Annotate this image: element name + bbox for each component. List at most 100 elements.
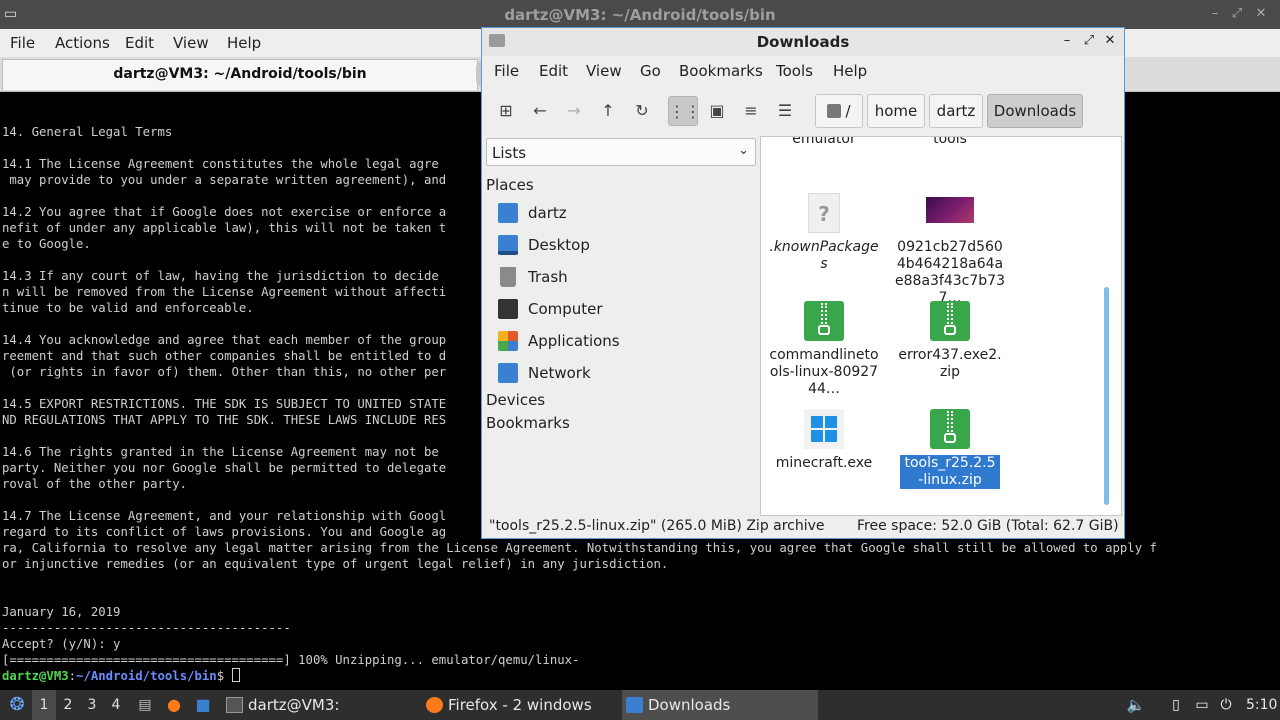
- terminal-line: ---------------------------------------: [2, 621, 291, 635]
- file-item-emulator[interactable]: emulator: [769, 136, 879, 148]
- task-firefox[interactable]: Firefox - 2 windows: [422, 690, 618, 720]
- desktop-icon: [498, 235, 518, 255]
- fm-menu-view[interactable]: View: [586, 62, 622, 80]
- computer-icon: [498, 299, 518, 319]
- breadcrumb-dartz[interactable]: dartz: [929, 94, 983, 128]
- file-manager-launcher-icon[interactable]: ■: [193, 690, 213, 720]
- terminal-line: Accept? (y/N): y: [2, 637, 121, 651]
- workspace-1[interactable]: 1: [32, 690, 56, 720]
- back-icon[interactable]: ←: [525, 96, 555, 126]
- file-item-commandlinetools[interactable]: commandlinetools-linux-8092744…: [769, 301, 879, 398]
- volume-icon[interactable]: 🔈: [1126, 690, 1146, 720]
- thumbnail-view-icon[interactable]: ▣: [702, 96, 732, 126]
- terminal-cursor: [231, 668, 240, 682]
- file-label: 0921cb27d5604b464218a64ae88a3f43c7b737…: [895, 239, 1005, 306]
- detailed-list-view-icon[interactable]: ☰: [770, 96, 800, 126]
- terminal-menu-edit[interactable]: Edit: [125, 34, 154, 52]
- workspace-3[interactable]: 3: [80, 690, 104, 720]
- terminal-menu-help[interactable]: Help: [227, 34, 261, 52]
- file-label: commandlinetools-linux-8092744…: [769, 347, 879, 397]
- drive-icon: [827, 104, 842, 118]
- terminal-menu-file[interactable]: File: [10, 34, 35, 52]
- task-label: Downloads: [648, 696, 731, 714]
- file-item-tools-zip-selected[interactable]: tools_r25.2.5-linux.zip: [895, 409, 1005, 489]
- file-item-minecraft[interactable]: minecraft.exe: [769, 409, 879, 472]
- minimize-icon[interactable]: –: [1060, 33, 1074, 48]
- start-menu-icon[interactable]: ❂: [6, 690, 28, 720]
- devices-header[interactable]: Devices: [486, 391, 545, 409]
- terminal-tab[interactable]: dartz@VM3: ~/Android/tools/bin: [2, 59, 478, 90]
- home-folder-icon: [498, 203, 518, 223]
- maximize-icon[interactable]: ⤢: [1230, 6, 1244, 21]
- file-icon-view[interactable]: emulator tools ? .knownPackages 0921cb27…: [760, 136, 1122, 516]
- side-pane-mode-value: Lists: [492, 144, 527, 162]
- up-icon[interactable]: ↑: [593, 96, 623, 126]
- breadcrumb-downloads[interactable]: Downloads: [987, 94, 1083, 128]
- status-free-space: Free space: 52.0 GiB (Total: 62.7 GiB): [857, 518, 1119, 534]
- taskbar-panel: ❂ 1 2 3 4 ▤ ● ■ dartz@VM3: ~/Androi… Fir…: [0, 690, 1280, 720]
- compact-view-icon[interactable]: ≡: [736, 96, 766, 126]
- windows-exe-icon: [804, 409, 844, 449]
- place-dartz[interactable]: dartz: [498, 202, 748, 226]
- side-pane: Lists ⌄ Places dartz Desktop Trash Compu…: [482, 134, 758, 516]
- place-network[interactable]: Network: [498, 362, 748, 386]
- fm-menu-file[interactable]: File: [494, 62, 519, 80]
- fm-menu-edit[interactable]: Edit: [539, 62, 568, 80]
- terminal-menu-actions[interactable]: Actions: [55, 34, 110, 52]
- file-item-knownpackages[interactable]: ? .knownPackages: [769, 193, 879, 273]
- task-downloads[interactable]: Downloads: [622, 690, 818, 720]
- place-applications[interactable]: Applications: [498, 330, 748, 354]
- prompt-separator: :: [68, 669, 77, 683]
- trash-icon: [500, 267, 516, 287]
- side-pane-mode-select[interactable]: Lists ⌄: [486, 138, 756, 166]
- file-label: tools: [933, 136, 967, 147]
- fm-menu-go[interactable]: Go: [640, 62, 661, 80]
- clock[interactable]: 5:10: [1246, 690, 1277, 720]
- maximize-icon[interactable]: ⤢: [1082, 33, 1096, 48]
- forward-icon[interactable]: →: [559, 96, 589, 126]
- applications-icon: [498, 331, 518, 351]
- fm-menu-tools[interactable]: Tools: [776, 62, 813, 80]
- minimize-icon[interactable]: –: [1208, 6, 1222, 21]
- task-terminal[interactable]: dartz@VM3: ~/Androi…: [222, 690, 418, 720]
- terminal-titlebar[interactable]: ▭ dartz@VM3: ~/Android/tools/bin – ⤢ ✕: [0, 0, 1280, 29]
- clipboard-icon[interactable]: ▯: [1166, 690, 1186, 720]
- place-desktop[interactable]: Desktop: [498, 234, 748, 258]
- terminal-menu-view[interactable]: View: [173, 34, 209, 52]
- file-item-error437[interactable]: error437.exe2.zip: [895, 301, 1005, 381]
- close-icon[interactable]: ✕: [1103, 33, 1117, 48]
- file-manager-titlebar[interactable]: Downloads – ⤢ ✕: [482, 28, 1124, 56]
- task-label: dartz@VM3: ~/Androi…: [248, 696, 340, 714]
- icon-view-icon[interactable]: ⋮⋮: [668, 96, 701, 126]
- place-computer[interactable]: Computer: [498, 298, 748, 322]
- network-folder-icon: [498, 363, 518, 383]
- show-desktop-icon[interactable]: ▤: [136, 690, 154, 720]
- bookmarks-header[interactable]: Bookmarks: [486, 414, 570, 432]
- close-icon[interactable]: ✕: [1254, 6, 1268, 21]
- place-trash[interactable]: Trash: [498, 266, 748, 290]
- lock-screen-icon[interactable]: ⏻: [1216, 690, 1236, 720]
- network-status-icon[interactable]: ▭: [1192, 690, 1212, 720]
- fm-menu-bookmarks[interactable]: Bookmarks: [679, 62, 763, 80]
- reload-icon[interactable]: ↻: [627, 96, 657, 126]
- fm-menu-help[interactable]: Help: [833, 62, 867, 80]
- place-label: Computer: [528, 300, 603, 318]
- breadcrumb-root[interactable]: /: [815, 94, 863, 128]
- terminal-line: ra, California to resolve any legal matt…: [2, 541, 1157, 555]
- workspace-2[interactable]: 2: [56, 690, 80, 720]
- firefox-launcher-icon[interactable]: ●: [164, 690, 184, 720]
- new-tab-icon[interactable]: ⊞: [491, 96, 521, 126]
- unknown-file-icon: ?: [808, 193, 840, 233]
- places-header[interactable]: Places: [486, 176, 534, 194]
- file-manager-toolbar: ⊞ ← → ↑ ↻ ⋮⋮ ▣ ≡ ☰ / home dartz Download…: [482, 86, 1124, 134]
- vertical-scrollbar[interactable]: [1104, 287, 1109, 505]
- workspace-4[interactable]: 4: [104, 690, 128, 720]
- place-label: dartz: [528, 204, 567, 222]
- breadcrumb-home[interactable]: home: [867, 94, 925, 128]
- file-item-tools[interactable]: tools: [895, 136, 1005, 148]
- breadcrumb-root-label: /: [845, 102, 851, 120]
- file-item-image[interactable]: 0921cb27d5604b464218a64ae88a3f43c7b737…: [895, 197, 1005, 307]
- place-label: Desktop: [528, 236, 590, 254]
- file-label: emulator: [792, 136, 856, 147]
- terminal-prompt: dartz@VM3:~/Android/tools/bin$: [2, 668, 1278, 684]
